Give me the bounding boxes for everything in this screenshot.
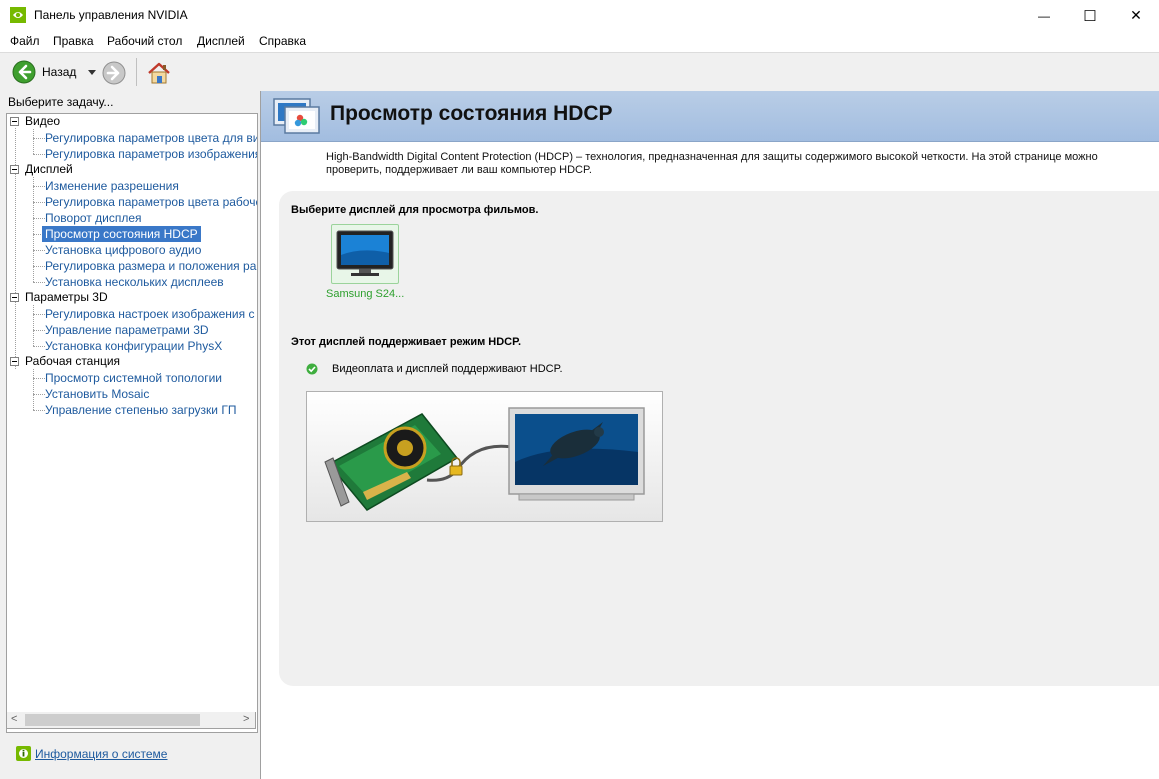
display-settings-icon bbox=[273, 98, 320, 134]
check-circle-icon bbox=[306, 363, 318, 375]
toolbar-separator bbox=[136, 58, 137, 86]
tree-item-hdcp-status[interactable]: Просмотр состояния HDCP bbox=[42, 226, 201, 242]
home-button[interactable] bbox=[146, 60, 172, 89]
collapse-icon[interactable] bbox=[10, 117, 19, 126]
forward-arrow-icon bbox=[102, 61, 126, 85]
title-bar: Панель управления NVIDIA — ☐ ✕ bbox=[0, 0, 1159, 31]
tree-item-digital-audio[interactable]: Установка цифрового аудио bbox=[42, 242, 204, 258]
lock-icon bbox=[449, 457, 463, 476]
graphics-card-image bbox=[324, 413, 459, 511]
collapse-icon[interactable] bbox=[10, 165, 19, 174]
page-header: Просмотр состояния HDCP bbox=[261, 91, 1159, 142]
task-panel: Выберите задачу... Видео Регулировка пар… bbox=[0, 91, 261, 779]
task-tree: Видео Регулировка параметров цвета для в… bbox=[6, 113, 258, 733]
graphics-card-to-tv-illustration bbox=[324, 407, 645, 511]
tree-item-rotate-display[interactable]: Поворот дисплея bbox=[42, 210, 145, 226]
minimize-button[interactable]: — bbox=[1021, 0, 1067, 31]
tree-connector bbox=[33, 369, 34, 410]
scroll-right-icon[interactable]: > bbox=[243, 713, 249, 725]
scroll-left-icon[interactable]: < bbox=[11, 713, 17, 725]
forward-button[interactable] bbox=[102, 61, 126, 88]
close-button[interactable]: ✕ bbox=[1113, 0, 1159, 31]
display-name-label[interactable]: Samsung S24... bbox=[326, 288, 404, 300]
select-display-label: Выберите дисплей для просмотра фильмов. bbox=[291, 204, 539, 216]
tree-item-desktop-color[interactable]: Регулировка параметров цвета рабочег bbox=[42, 194, 257, 210]
hdcp-panel: Выберите дисплей для просмотра фильмов. … bbox=[279, 191, 1159, 686]
tree-item-system-topology[interactable]: Просмотр системной топологии bbox=[42, 370, 225, 386]
menu-desktop[interactable]: Рабочий стол bbox=[107, 34, 182, 48]
tree-item-manage-3d[interactable]: Управление параметрами 3D bbox=[42, 322, 212, 338]
tree-item-gpu-utilization[interactable]: Управление степенью загрузки ГП bbox=[42, 402, 239, 418]
tree-item-mosaic[interactable]: Установить Mosaic bbox=[42, 386, 152, 402]
tree-connector bbox=[33, 129, 34, 154]
back-button[interactable]: Назад bbox=[12, 60, 77, 84]
horizontal-scrollbar[interactable]: < > bbox=[6, 712, 256, 729]
tree-item-video-color[interactable]: Регулировка параметров цвета для вид bbox=[42, 130, 257, 146]
tree-item-physx[interactable]: Установка конфигурации PhysX bbox=[42, 338, 225, 354]
maximize-icon: ☐ bbox=[1083, 7, 1097, 25]
tree-item-multiple-displays[interactable]: Установка нескольких дисплеев bbox=[42, 274, 227, 290]
nvidia-logo-icon bbox=[10, 7, 26, 23]
collapse-icon[interactable] bbox=[10, 293, 19, 302]
back-arrow-icon bbox=[12, 60, 36, 84]
menu-edit[interactable]: Правка bbox=[53, 34, 94, 48]
menu-bar: Файл Правка Рабочий стол Дисплей Справка bbox=[0, 31, 1159, 51]
maximize-button[interactable]: ☐ bbox=[1067, 0, 1113, 31]
chevron-down-icon[interactable] bbox=[88, 70, 96, 75]
tree-item-3d-image-settings[interactable]: Регулировка настроек изображения с пр bbox=[42, 306, 257, 322]
tree-item-desktop-size[interactable]: Регулировка размера и положения рабо bbox=[42, 258, 257, 274]
menu-help[interactable]: Справка bbox=[259, 34, 306, 48]
page-description: High-Bandwidth Digital Content Protectio… bbox=[326, 151, 1098, 176]
system-info-link[interactable]: Информация о системе bbox=[35, 747, 167, 761]
scrollbar-thumb[interactable] bbox=[25, 714, 200, 726]
window-title: Панель управления NVIDIA bbox=[34, 8, 188, 22]
close-icon: ✕ bbox=[1130, 7, 1142, 23]
menu-display[interactable]: Дисплей bbox=[197, 34, 245, 48]
tree-item-video-image[interactable]: Регулировка параметров изображения д bbox=[42, 146, 257, 162]
menu-file[interactable]: Файл bbox=[10, 34, 40, 48]
display-tile[interactable] bbox=[331, 224, 399, 284]
hdcp-illustration bbox=[306, 391, 663, 522]
hdcp-status-row: Видеоплата и дисплей поддерживают HDCP. bbox=[306, 363, 563, 375]
task-label: Выберите задачу... bbox=[8, 95, 114, 109]
hdcp-status-text: Видеоплата и дисплей поддерживают HDCP. bbox=[332, 363, 563, 375]
hdcp-support-heading: Этот дисплей поддерживает режим HDCP. bbox=[291, 336, 522, 348]
tv-image bbox=[508, 407, 645, 501]
content-area: Просмотр состояния HDCP High-Bandwidth D… bbox=[261, 91, 1159, 779]
back-label: Назад bbox=[42, 65, 77, 79]
minimize-icon: — bbox=[1038, 8, 1050, 23]
home-icon bbox=[148, 62, 170, 84]
tree-connector bbox=[33, 305, 34, 346]
monitor-icon bbox=[336, 230, 394, 276]
toolbar: Назад bbox=[0, 52, 1159, 92]
collapse-icon[interactable] bbox=[10, 357, 19, 366]
tree-item-change-resolution[interactable]: Изменение разрешения bbox=[42, 178, 182, 194]
page-title: Просмотр состояния HDCP bbox=[330, 102, 613, 125]
nvidia-info-icon bbox=[16, 746, 31, 761]
system-info[interactable]: Информация о системе bbox=[16, 746, 167, 761]
